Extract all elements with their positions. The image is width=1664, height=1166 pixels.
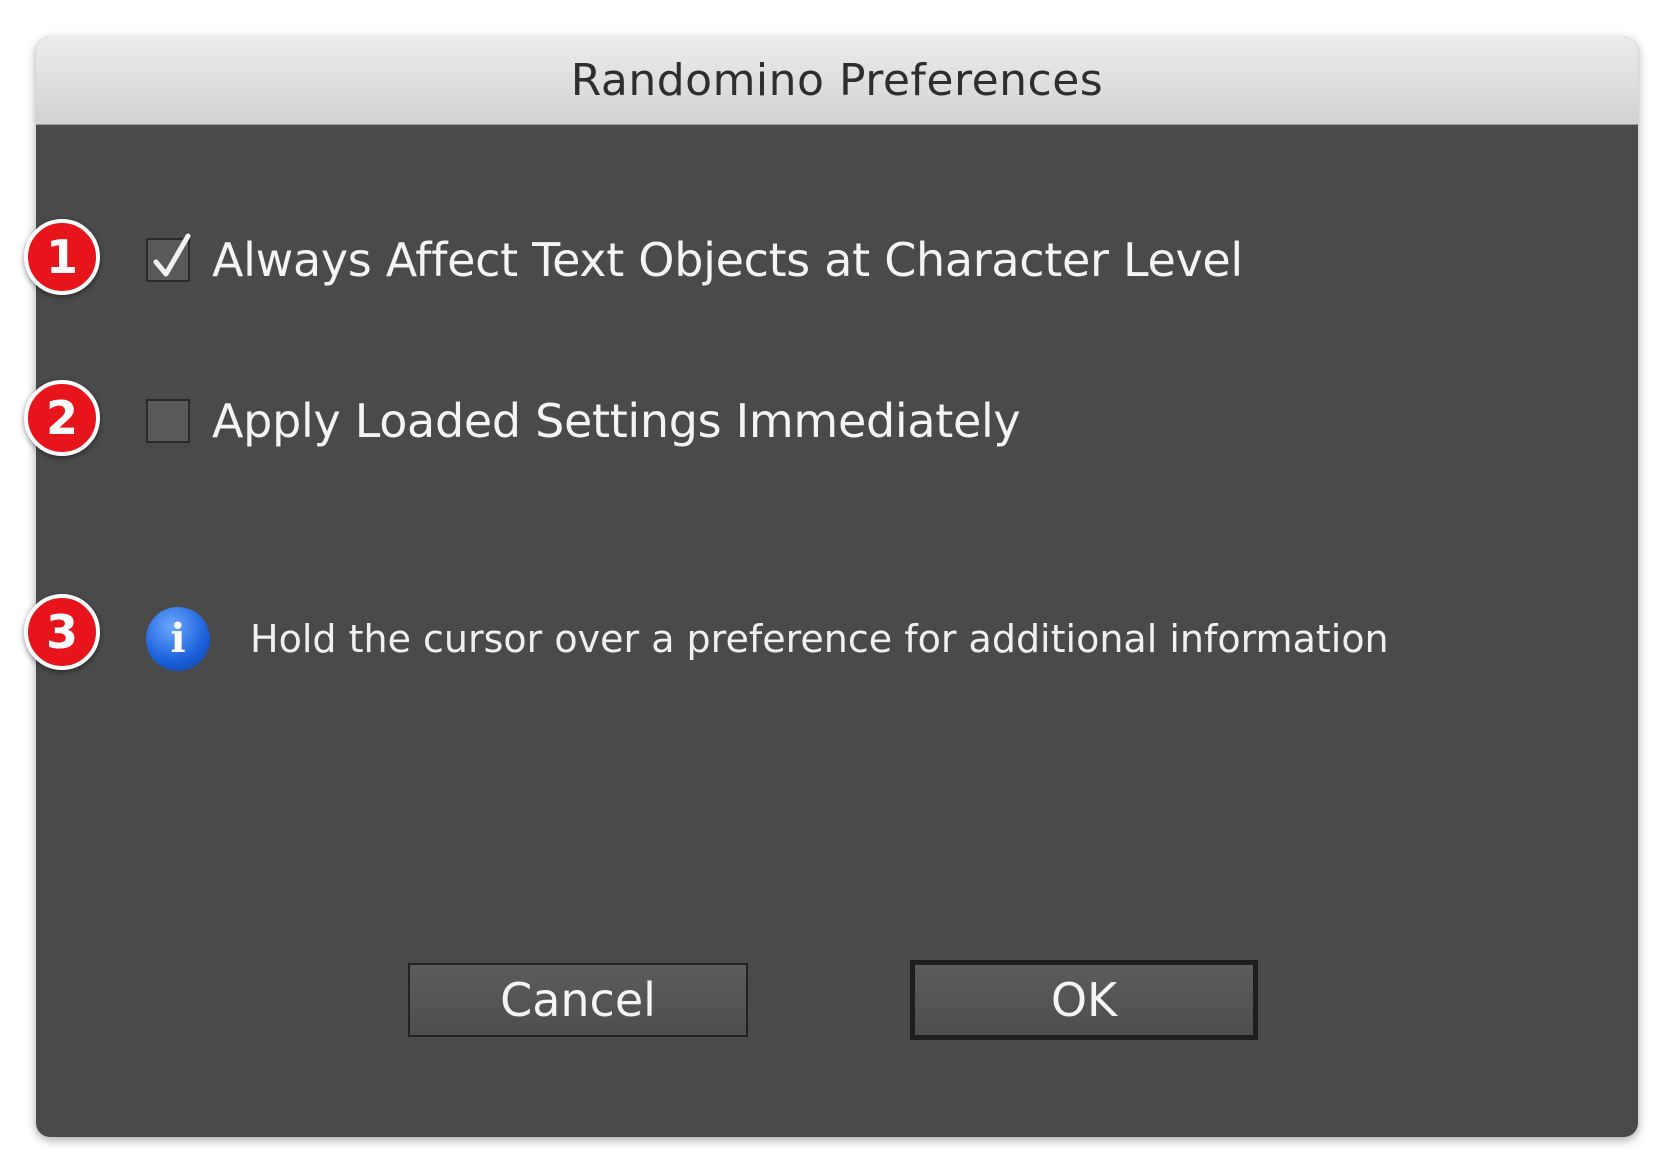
option-affect-text-objects[interactable]: Always Affect Text Objects at Character … bbox=[146, 233, 1243, 287]
info-icon-glyph: i bbox=[170, 615, 186, 662]
info-text: Hold the cursor over a preference for ad… bbox=[250, 617, 1389, 661]
title-bar[interactable]: Randomino Preferences bbox=[36, 37, 1638, 125]
window-title: Randomino Preferences bbox=[570, 55, 1104, 106]
checkmark-icon bbox=[153, 233, 191, 277]
option-apply-loaded-settings[interactable]: Apply Loaded Settings Immediately bbox=[146, 394, 1021, 448]
screenshot-canvas: Randomino Preferences Always Affect Text… bbox=[0, 0, 1664, 1166]
ok-button[interactable]: OK bbox=[910, 960, 1258, 1040]
callout-badge-3: 3 bbox=[24, 594, 100, 670]
preferences-dialog: Randomino Preferences Always Affect Text… bbox=[36, 37, 1638, 1137]
affect-text-objects-checkbox[interactable] bbox=[146, 233, 191, 282]
apply-loaded-settings-label[interactable]: Apply Loaded Settings Immediately bbox=[212, 394, 1021, 448]
callout-badge-2: 2 bbox=[24, 380, 100, 456]
info-row: i Hold the cursor over a preference for … bbox=[146, 607, 1389, 671]
affect-text-objects-label[interactable]: Always Affect Text Objects at Character … bbox=[212, 233, 1243, 287]
callout-badge-1: 1 bbox=[24, 219, 100, 295]
apply-loaded-settings-checkbox[interactable] bbox=[146, 399, 190, 443]
info-icon: i bbox=[146, 607, 210, 671]
cancel-button[interactable]: Cancel bbox=[408, 963, 748, 1037]
